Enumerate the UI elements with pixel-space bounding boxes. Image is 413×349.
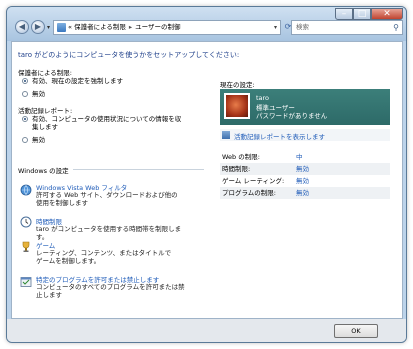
web-filter-icon [20, 184, 32, 196]
setting-key: ゲーム レーティング: [222, 177, 285, 185]
user-card: taro 標準ユーザー パスワードがありません [220, 89, 390, 125]
forward-button[interactable]: ▶ [31, 20, 45, 34]
history-dropdown-icon[interactable]: ▾ [47, 24, 50, 31]
parental-controls-on-radio[interactable] [22, 78, 28, 84]
setting-key: 時間制限: [222, 165, 251, 173]
maximize-button[interactable]: □ [353, 8, 371, 20]
games-desc: レーティング、コンテンツ、またはタイトルでゲームを制御します。 [36, 249, 172, 265]
search-icon[interactable]: ⚲ [393, 21, 399, 34]
activity-report-row[interactable]: 活動記録レポートを表示します [220, 129, 390, 141]
setting-value-link[interactable]: 無効 [296, 163, 309, 175]
parental-controls-off-text: 無効 [32, 90, 45, 98]
parental-controls-on-text: 有効、現在の設定を強制します [32, 77, 123, 85]
parental-controls-label: 保護者による制限: [18, 69, 72, 77]
breadcrumb-parental-controls[interactable]: 保護者による制限 [74, 23, 126, 31]
games-icon [22, 241, 30, 252]
parental-controls-off-radio[interactable] [22, 91, 28, 97]
activity-reporting-off-radio[interactable] [22, 137, 28, 143]
user-password-status: パスワードがありません [256, 112, 328, 120]
page-heading: taro がどのようにコンピュータを使うかをセットアップしてください: [18, 51, 240, 59]
parental-controls-window: – □ ✕ ◀ ▶ ▾ « 保護者による制限 ▸ ユーザーの制御 ▾ ⟳ 検索 ⚲ … [6, 6, 407, 343]
current-settings-label: 現在の設定: [220, 81, 255, 89]
allow-block-programs-desc: コンピュータのすべてのプログラムを許可または禁止します [36, 283, 185, 299]
back-button[interactable]: ◀ [15, 20, 29, 34]
report-icon [222, 131, 230, 139]
setting-key: プログラムの制限: [222, 189, 276, 197]
setting-value-link[interactable]: 中 [296, 151, 303, 163]
activity-reporting-on-radio[interactable] [22, 116, 28, 122]
avatar [224, 93, 250, 119]
setting-value-link[interactable]: 無効 [296, 175, 309, 187]
setting-row-programs: プログラムの制限: 無効 [220, 187, 390, 199]
view-activity-report-link[interactable]: 活動記録レポートを表示します [234, 131, 325, 141]
main-content: taro がどのようにコンピュータを使うかをセットアップしてください: 保護者に… [11, 41, 403, 319]
setting-row-time: 時間制限: 無効 [220, 163, 390, 175]
minimize-button[interactable]: – [335, 8, 353, 20]
web-filter-desc: 許可する Web サイト、ダウンロードおよび他の使用を制御します [36, 191, 178, 207]
setting-row-web: Web の制限: 中 [220, 151, 390, 163]
breadcrumb-user-controls[interactable]: ユーザーの制御 [135, 23, 180, 31]
windows-settings-label: Windows の設定 [18, 165, 73, 175]
setting-value-link[interactable]: 無効 [296, 187, 309, 199]
address-bar[interactable]: « 保護者による制限 ▸ ユーザーの制御 ▾ [53, 20, 281, 35]
time-limits-desc: taro がコンピュータを使用する時間帯を制限します。 [36, 225, 182, 241]
clock-icon [20, 216, 32, 228]
current-settings-panel: 現在の設定: taro 標準ユーザー パスワードがありません 活動記録レポートを… [220, 79, 390, 205]
dialog-footer: OK [7, 319, 406, 342]
address-chevron: « [68, 23, 72, 31]
user-name: taro [256, 94, 270, 102]
programs-icon [20, 277, 32, 287]
breadcrumb-separator: ▸ [128, 23, 133, 31]
activity-reporting-label: 活動記録レポート: [18, 107, 73, 115]
address-dropdown-icon[interactable]: ▾ [274, 21, 277, 34]
title-bar: – □ ✕ ◀ ▶ ▾ « 保護者による制限 ▸ ユーザーの制御 ▾ ⟳ 検索 ⚲ [7, 7, 406, 41]
setting-row-games: ゲーム レーティング: 無効 [220, 175, 390, 187]
search-placeholder: 検索 [296, 23, 309, 31]
search-input[interactable]: 検索 ⚲ [291, 20, 403, 35]
close-button[interactable]: ✕ [371, 8, 403, 20]
activity-reporting-off-text: 無効 [32, 136, 45, 144]
activity-reporting-on-text: 有効、コンピュータの使用状況についての情報を収集します [32, 115, 182, 131]
control-panel-icon [57, 23, 66, 32]
setting-key: Web の制限: [222, 153, 260, 161]
ok-button[interactable]: OK [334, 324, 378, 338]
